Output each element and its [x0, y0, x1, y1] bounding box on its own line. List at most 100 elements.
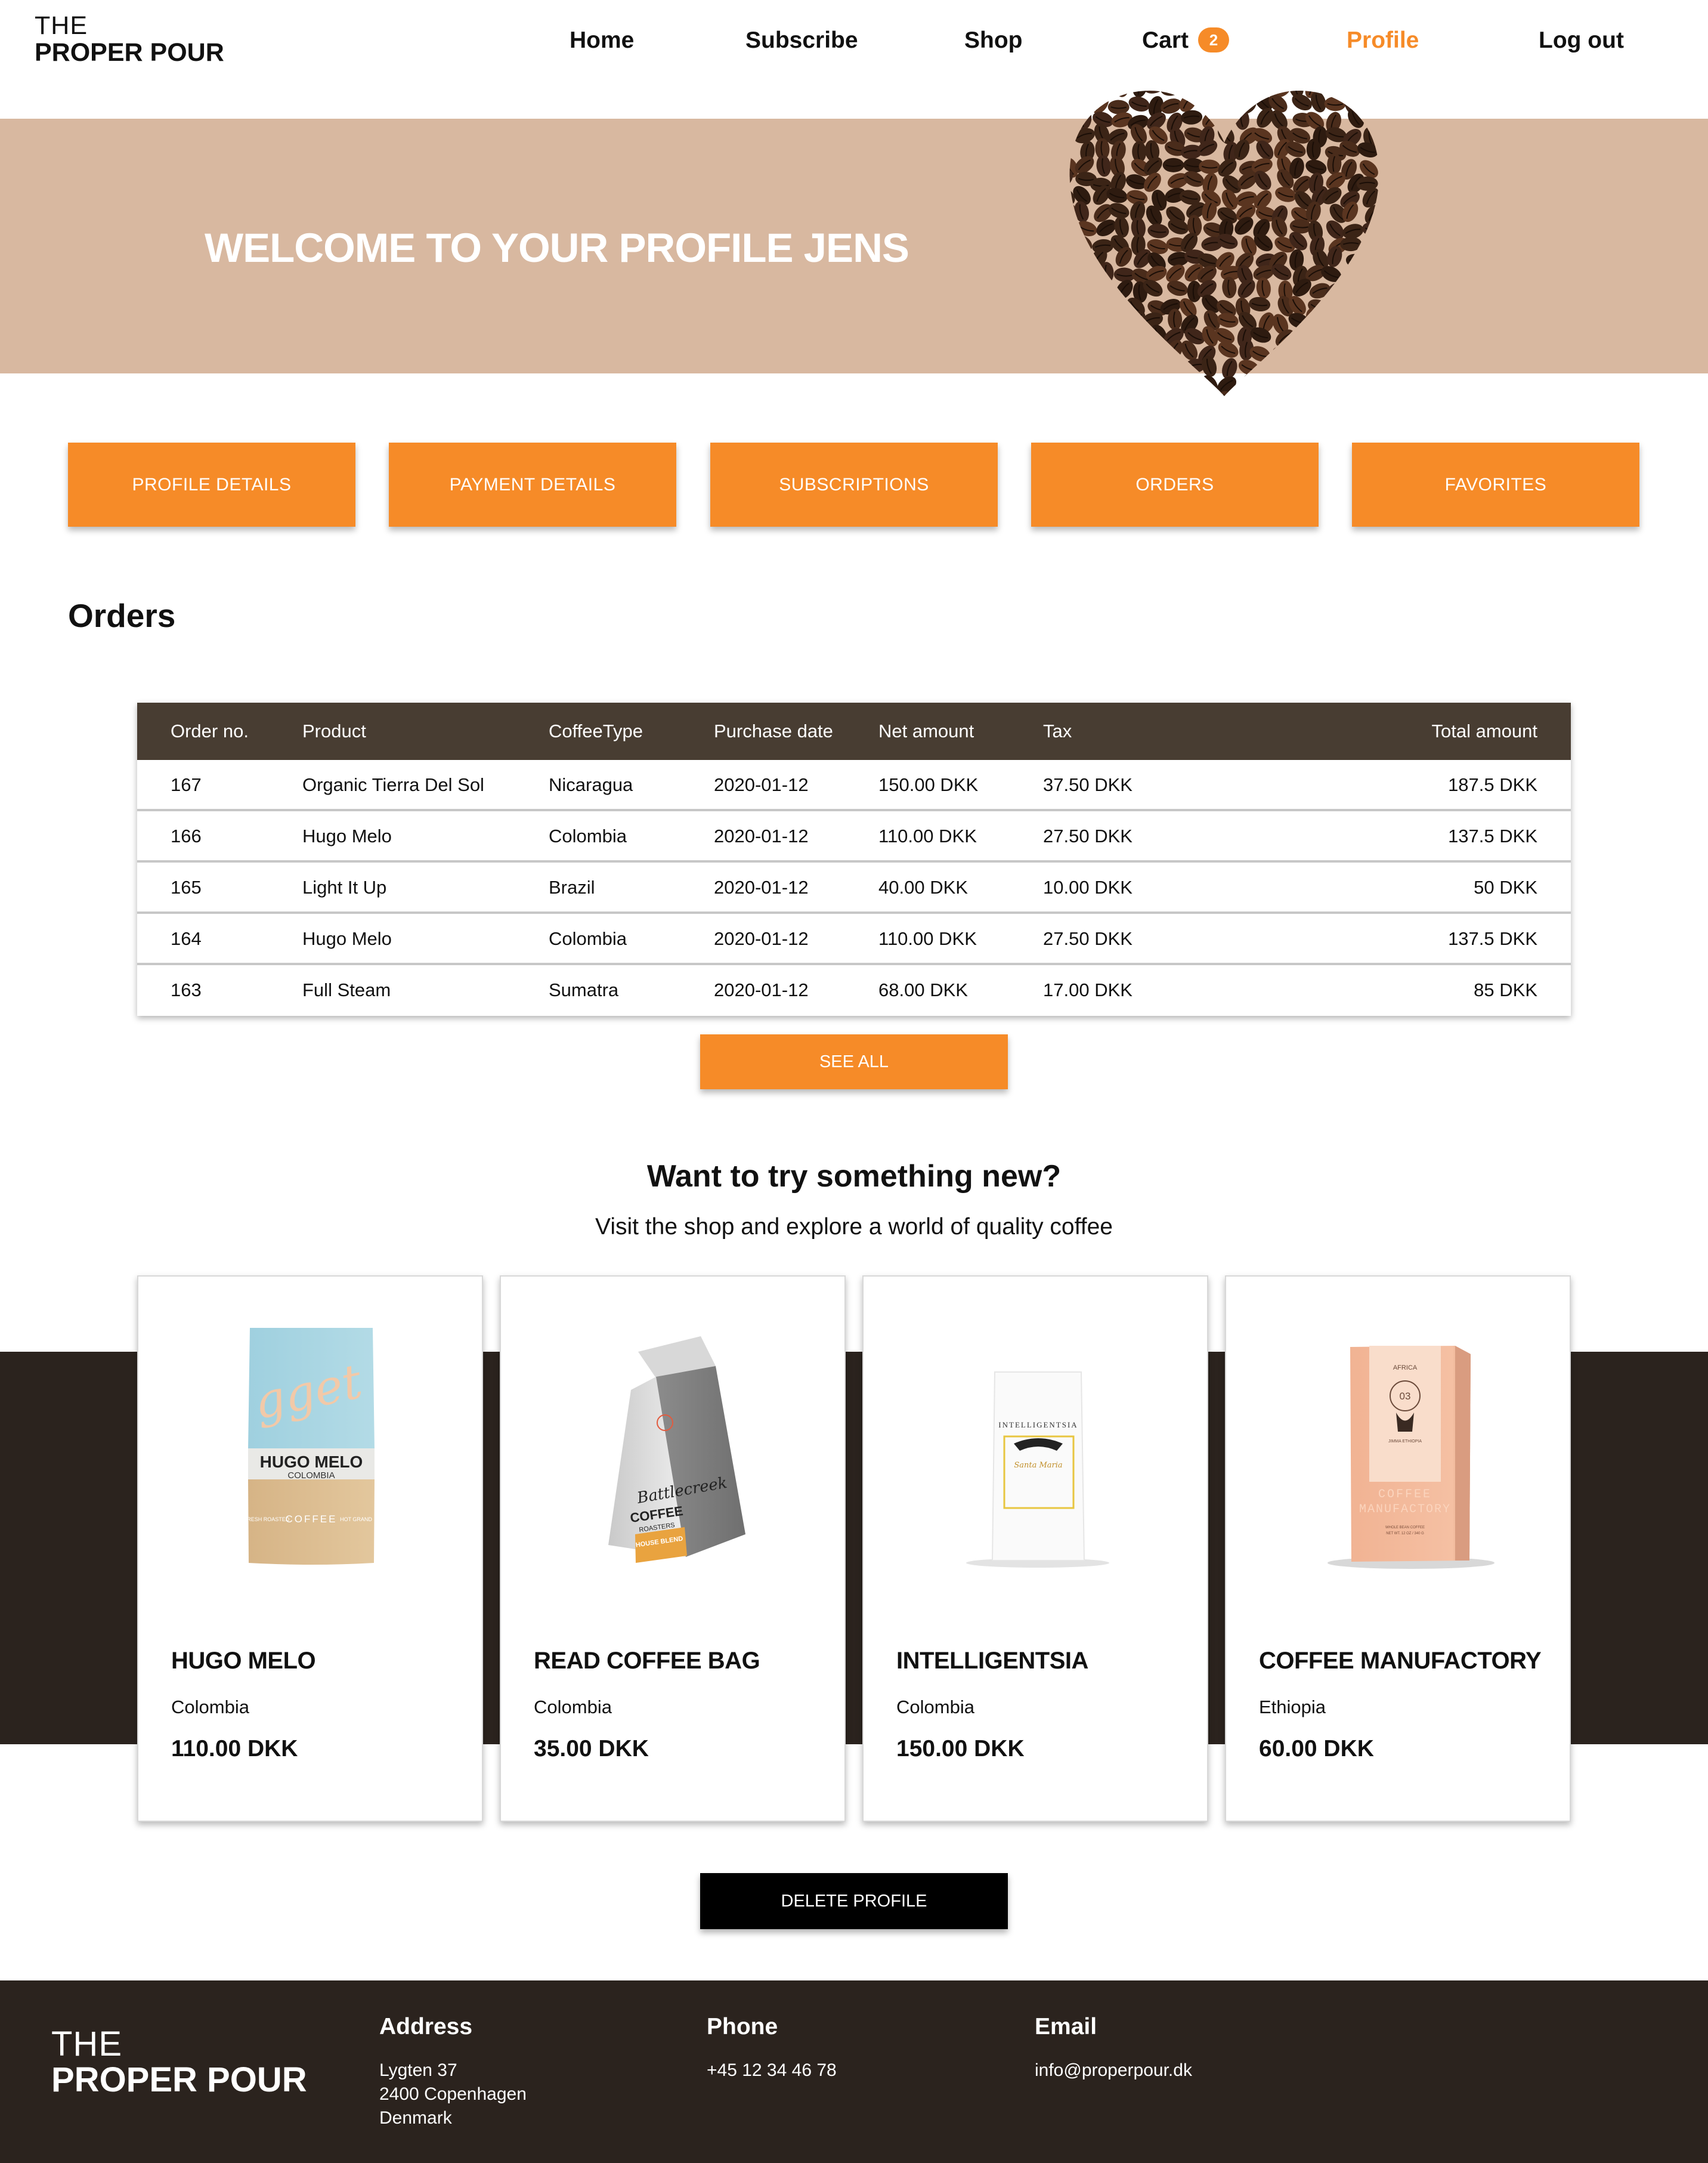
order-no-cell: 166	[171, 826, 202, 846]
product-card-hugo-melo[interactable]: gget HUGO MELO COLOMBIA FRESH ROASTED CO…	[137, 1275, 483, 1822]
col-order-no: Order no.	[171, 721, 249, 741]
svg-text:HUGO MELO: HUGO MELO	[260, 1453, 363, 1471]
purchase-date-cell: 2020-01-12	[714, 979, 809, 1000]
battlecreek-bag-image: Battlecreek COFFEE ROASTERS HOUSE BLEND	[608, 1336, 745, 1563]
banner-title: WELCOME TO YOUR PROFILE JENS	[205, 225, 909, 271]
product-price: 60.00 DKK	[1259, 1736, 1374, 1762]
total-amount-cell: 187.5 DKK	[1448, 774, 1537, 795]
product-origin: Colombia	[171, 1697, 249, 1717]
total-amount-cell: 85 DKK	[1474, 979, 1537, 1000]
purchase-date-cell: 2020-01-12	[714, 877, 809, 898]
product-name: HUGO MELO	[171, 1648, 316, 1674]
svg-text:JIMMA ETHIOPIA: JIMMA ETHIOPIA	[1388, 1439, 1422, 1444]
site-logo[interactable]: THE PROPER POUR	[35, 13, 224, 66]
footer-email-heading: Email	[1035, 2014, 1097, 2040]
product-price: 110.00 DKK	[171, 1736, 298, 1762]
footer-phone-heading: Phone	[707, 2014, 778, 2040]
order-no-cell: 167	[171, 774, 202, 795]
promo-subtitle: Visit the shop and explore a world of qu…	[595, 1214, 1113, 1240]
promo-title: Want to try something new?	[646, 1159, 1062, 1194]
logo-line-2: PROPER POUR	[35, 38, 224, 67]
svg-text:03: 03	[1400, 1390, 1411, 1402]
svg-text:COLOMBIA: COLOMBIA	[287, 1470, 335, 1481]
footer-address-line: Lygten 37	[379, 2060, 457, 2080]
footer-logo-line-1: THE	[51, 2025, 122, 2063]
net-amount-cell: 68.00 DKK	[878, 979, 968, 1000]
footer-logo-line-2: PROPER POUR	[51, 2060, 307, 2099]
product-card-coffee-manufactory[interactable]: AFRICA 03 JIMMA ETHIOPIA COFFEE MANUFACT…	[1225, 1275, 1571, 1822]
svg-text:Santa Maria: Santa Maria	[1014, 1461, 1062, 1470]
total-amount-cell: 50 DKK	[1474, 877, 1537, 898]
table-row: 164 Hugo Melo Colombia 2020-01-12 110.00 DKK…	[137, 914, 1571, 965]
col-purchase-date: Purchase date	[714, 721, 833, 741]
order-no-cell: 163	[171, 979, 202, 1000]
svg-text:AFRICA: AFRICA	[1393, 1364, 1418, 1371]
purchase-date-cell: 2020-01-12	[714, 928, 809, 949]
product-cell: Full Steam	[302, 979, 391, 1000]
tab-profile-details[interactable]: PROFILE DETAILS	[68, 443, 355, 527]
tab-payment-details[interactable]: PAYMENT DETAILS	[389, 443, 676, 527]
product-cell: Hugo Melo	[302, 928, 392, 949]
svg-text:NET WT. 12 OZ / 340 G: NET WT. 12 OZ / 340 G	[1386, 1532, 1424, 1535]
svg-text:MANUFACTORY: MANUFACTORY	[1359, 1503, 1451, 1516]
col-net-amount: Net amount	[878, 721, 974, 741]
cart-count-badge: 2	[1198, 27, 1230, 52]
total-amount-cell: 137.5 DKK	[1448, 826, 1537, 846]
product-name: READ COFFEE BAG	[534, 1648, 760, 1674]
site-header	[0, 0, 1708, 119]
total-amount-cell: 137.5 DKK	[1448, 928, 1537, 949]
nav-shop[interactable]: Shop	[964, 27, 1022, 54]
coffee-bean-heart-icon	[1069, 91, 1379, 396]
nav-profile[interactable]: Profile	[1347, 27, 1419, 54]
net-amount-cell: 150.00 DKK	[878, 774, 979, 795]
svg-text:WHOLE BEAN COFFEE: WHOLE BEAN COFFEE	[1385, 1526, 1425, 1529]
footer-address-line: 2400 Copenhagen	[379, 2084, 527, 2104]
orders-heading: Orders	[68, 597, 176, 634]
logo-line-1: THE	[35, 11, 88, 40]
tab-subscriptions[interactable]: SUBSCRIPTIONS	[710, 443, 998, 527]
coffee-type-cell: Colombia	[549, 928, 627, 949]
col-coffee-type: CoffeeType	[549, 721, 643, 741]
delete-profile-button[interactable]: DELETE PROFILE	[700, 1873, 1008, 1929]
hugo-melo-bag-image: gget HUGO MELO COLOMBIA FRESH ROASTED CO…	[244, 1328, 375, 1565]
footer-address-line: Denmark	[379, 2108, 452, 2128]
tax-cell: 37.50 DKK	[1043, 774, 1133, 795]
tab-orders[interactable]: ORDERS	[1031, 443, 1319, 527]
coffee-type-cell: Sumatra	[549, 979, 619, 1000]
coffee-type-cell: Colombia	[549, 826, 627, 846]
nav-logout[interactable]: Log out	[1539, 27, 1624, 54]
footer-phone[interactable]: +45 12 34 46 78	[707, 2060, 837, 2081]
nav-cart-label: Cart	[1142, 27, 1189, 53]
footer-email[interactable]: info@properpour.dk	[1035, 2060, 1192, 2081]
svg-text:COFFEE: COFFEE	[1378, 1488, 1432, 1501]
tax-cell: 27.50 DKK	[1043, 826, 1133, 846]
net-amount-cell: 40.00 DKK	[878, 877, 968, 898]
svg-text:HOT GRAND: HOT GRAND	[340, 1516, 372, 1522]
nav-cart[interactable]: Cart 2	[1142, 27, 1230, 54]
product-price: 35.00 DKK	[534, 1736, 649, 1762]
product-origin: Colombia	[896, 1697, 974, 1717]
product-origin: Ethiopia	[1259, 1697, 1326, 1717]
intelligentsia-bag-image: INTELLIGENTSIA Santa Maria	[966, 1371, 1109, 1568]
net-amount-cell: 110.00 DKK	[878, 826, 977, 846]
product-card-intelligentsia[interactable]: INTELLIGENTSIA Santa Maria INTELLIGENTSI…	[862, 1275, 1208, 1822]
product-cell: Hugo Melo	[302, 826, 392, 846]
nav-home[interactable]: Home	[570, 27, 634, 54]
tax-cell: 10.00 DKK	[1043, 877, 1133, 898]
coffee-manufactory-bag-image: AFRICA 03 JIMMA ETHIOPIA COFFEE MANUFACT…	[1328, 1346, 1494, 1569]
purchase-date-cell: 2020-01-12	[714, 774, 809, 795]
tab-favorites[interactable]: FAVORITES	[1352, 443, 1639, 527]
coffee-type-cell: Nicaragua	[549, 774, 633, 795]
col-tax: Tax	[1043, 721, 1072, 741]
nav-subscribe[interactable]: Subscribe	[745, 27, 858, 54]
product-origin: Colombia	[534, 1697, 612, 1717]
product-card-read-coffee-bag[interactable]: Battlecreek COFFEE ROASTERS HOUSE BLEND …	[500, 1275, 846, 1822]
see-all-orders-button[interactable]: SEE ALL	[700, 1034, 1008, 1089]
product-name: COFFEE MANUFACTORY	[1259, 1648, 1542, 1674]
footer-logo: THE PROPER POUR	[51, 2027, 307, 2097]
net-amount-cell: 110.00 DKK	[878, 928, 977, 949]
footer-address-heading: Address	[379, 2014, 473, 2040]
order-no-cell: 165	[171, 877, 202, 898]
svg-text:INTELLIGENTSIA: INTELLIGENTSIA	[998, 1420, 1078, 1429]
product-name: INTELLIGENTSIA	[896, 1648, 1088, 1674]
